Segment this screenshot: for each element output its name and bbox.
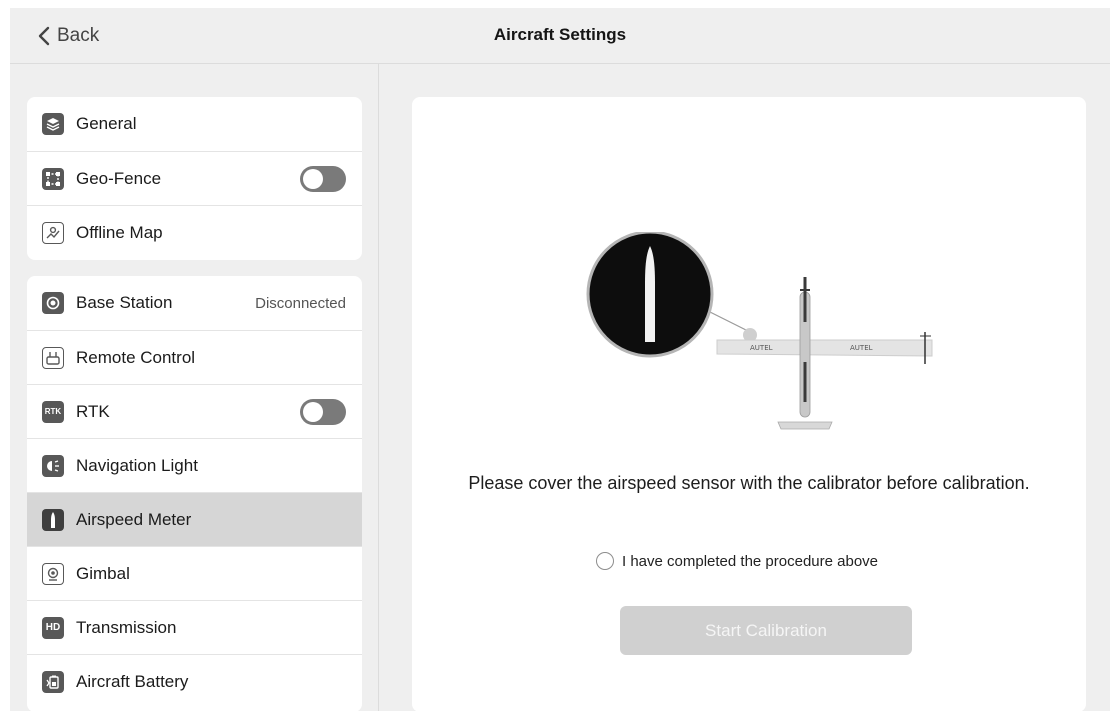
layers-icon <box>42 113 64 135</box>
map-icon <box>42 221 64 244</box>
airspeed-meter-icon <box>42 508 64 531</box>
airspeed-tube-closeup <box>645 246 655 342</box>
rtk-toggle[interactable] <box>300 398 346 425</box>
sidebar-item-label: General <box>76 114 137 133</box>
settings-group-1: General Geo-Fence Offline Map <box>27 97 362 260</box>
sidebar-item-label: Gimbal <box>76 563 130 583</box>
airspeed-calibration-illustration: AUTEL AUTEL <box>586 232 933 430</box>
geofence-icon <box>42 167 64 190</box>
sidebar-item-label: Transmission <box>76 617 177 637</box>
sidebar-item-general[interactable]: General <box>27 97 362 151</box>
sidebar-item-gimbal[interactable]: Gimbal <box>27 546 362 600</box>
sidebar-item-base-station[interactable]: Base Station Disconnected <box>27 276 362 330</box>
procedure-completed-checkbox[interactable]: I have completed the procedure above <box>596 552 878 570</box>
sidebar-item-label: RTK <box>76 401 110 421</box>
calibration-instruction: Please cover the airspeed sensor with th… <box>468 473 1030 493</box>
sidebar-item-label: Remote Control <box>76 347 196 367</box>
rtk-icon-text: RTK <box>44 407 62 416</box>
sidebar-item-transmission[interactable]: HD Transmission <box>27 600 362 654</box>
base-station-status: Disconnected <box>255 294 346 312</box>
rtk-icon: RTK <box>42 400 64 423</box>
sidebar-item-label: Base Station <box>76 293 173 312</box>
sidebar-item-label: Airspeed Meter <box>76 509 192 529</box>
brand-left: AUTEL <box>750 344 773 352</box>
battery-icon <box>42 670 64 693</box>
settings-group-2: Base Station Disconnected Remote Control… <box>27 276 362 711</box>
brand-right: AUTEL <box>850 344 873 352</box>
base-station-icon <box>42 292 64 314</box>
airspeed-calibration-panel: AUTEL AUTEL Please cover the airspeed se… <box>412 97 1086 711</box>
toggle-knob <box>303 168 323 189</box>
header-bar: Back Aircraft Settings <box>10 8 1110 64</box>
aircraft-settings-screen: Back Aircraft Settings General Geo-Fence… <box>10 8 1110 711</box>
transmission-icon: HD <box>42 616 64 639</box>
sidebar-item-aircraft-battery[interactable]: Aircraft Battery <box>27 654 362 708</box>
gimbal-icon <box>42 562 64 585</box>
pane-divider <box>378 64 379 711</box>
sidebar-item-airspeed-meter[interactable]: Airspeed Meter <box>27 492 362 546</box>
navigation-light-icon <box>42 454 64 477</box>
sidebar-item-navigation-light[interactable]: Navigation Light <box>27 438 362 492</box>
sidebar-item-label: Geo-Fence <box>76 168 162 188</box>
toggle-knob <box>303 401 323 422</box>
start-calibration-button[interactable]: Start Calibration <box>620 606 912 655</box>
sidebar-item-rtk[interactable]: RTK RTK <box>27 384 362 438</box>
checkbox-circle[interactable] <box>596 552 614 570</box>
page-title: Aircraft Settings <box>493 25 627 44</box>
sidebar-item-geo-fence[interactable]: Geo-Fence <box>27 151 362 205</box>
remote-control-icon <box>42 346 64 369</box>
sidebar-item-label: Offline Map <box>76 222 163 242</box>
sidebar-item-remote-control[interactable]: Remote Control <box>27 330 362 384</box>
geo-fence-toggle[interactable] <box>300 165 346 192</box>
sidebar-item-label: Navigation Light <box>76 455 198 475</box>
transmission-icon-text: HD <box>45 622 61 633</box>
sidebar-item-offline-map[interactable]: Offline Map <box>27 205 362 259</box>
checkbox-label: I have completed the procedure above <box>622 552 879 570</box>
sidebar-item-label: Aircraft Battery <box>76 671 189 691</box>
